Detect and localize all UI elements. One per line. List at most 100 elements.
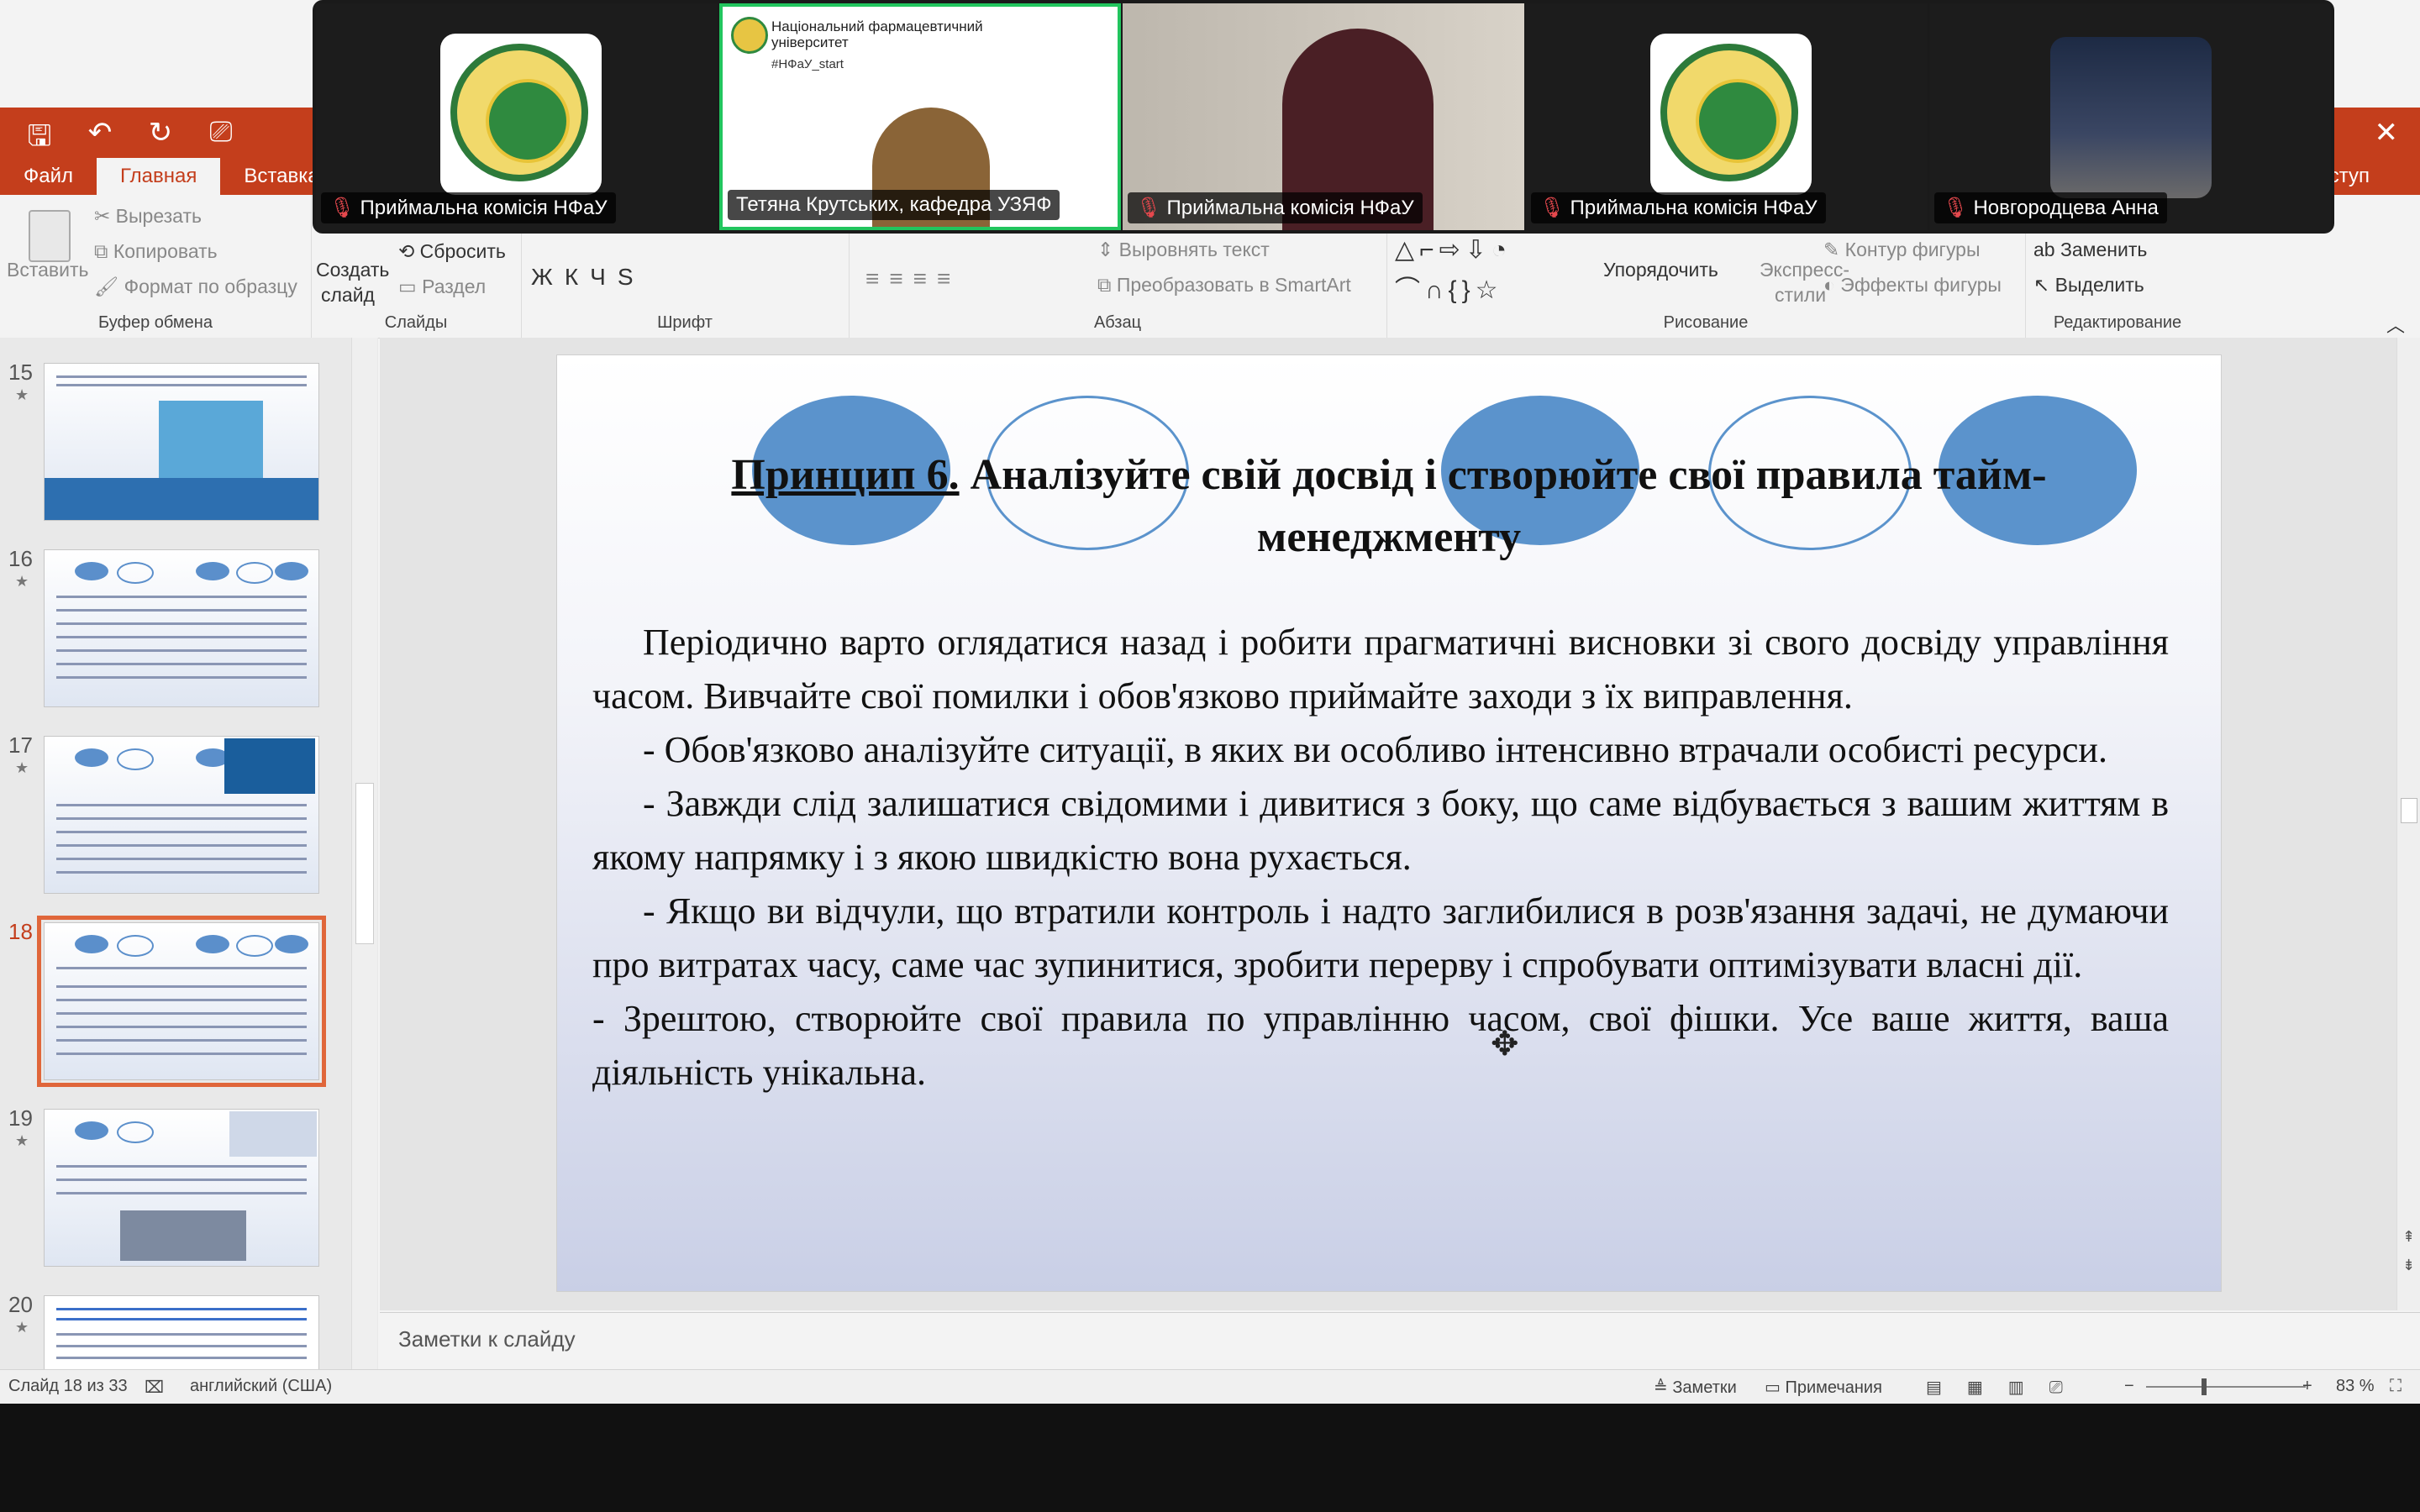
thumbnail-slide[interactable] — [44, 549, 319, 707]
next-slide-icon[interactable]: ⇟ — [2402, 1257, 2415, 1274]
scroll-thumb[interactable] — [355, 783, 374, 944]
zoom-slider-thumb[interactable] — [2202, 1378, 2207, 1395]
effects-icon: ◐ — [1823, 274, 1841, 296]
cut-button[interactable]: ✂ Вырезать — [94, 205, 202, 228]
shape-outline-button[interactable]: ✎ Контур фигуры — [1823, 239, 1981, 261]
thumbnail-scrollbar[interactable] — [351, 338, 377, 1369]
arrange-button[interactable]: Упорядочить — [1603, 259, 1718, 281]
video-tile-active-speaker[interactable]: Національний фармацевтичний університет … — [719, 3, 1121, 230]
tab-file[interactable]: Файл — [0, 158, 97, 195]
tab-home[interactable]: Главная — [97, 158, 221, 195]
editing-group-label: Редактирование — [2053, 313, 2182, 332]
people-image — [45, 478, 318, 520]
zoom-in-icon[interactable]: + — [2302, 1377, 2312, 1396]
font-group-label: Шрифт — [657, 313, 713, 332]
close-icon[interactable]: ✕ — [2375, 116, 2399, 150]
save-icon[interactable]: 🖫 — [20, 116, 59, 164]
participant-avatar — [2050, 37, 2212, 198]
slide-body[interactable]: Періодично варто оглядатися назад і роби… — [592, 616, 2169, 1100]
replace-icon: ab — [2033, 239, 2060, 260]
align-text-icon: ⇕ — [1097, 239, 1119, 260]
paste-button[interactable]: Вставить — [7, 259, 89, 281]
undo-icon[interactable]: ↶ — [81, 116, 119, 164]
copy-icon: ⧉ — [94, 240, 113, 262]
sleeping-image — [229, 1111, 317, 1157]
drawing-group-label: Рисование — [1663, 313, 1749, 332]
copy-button[interactable]: ⧉ Копировать — [94, 240, 218, 263]
fit-slide-icon[interactable]: ⛶ — [2390, 1377, 2402, 1396]
video-tile[interactable]: 🎙︎ Приймальна комісія НФаУ — [1123, 3, 1524, 230]
spellcheck-icon[interactable]: ⌧ — [145, 1377, 164, 1398]
mic-muted-icon: 🎙︎ — [1943, 197, 1969, 219]
star-icon: ★ — [15, 759, 29, 776]
photo-image — [120, 1210, 246, 1261]
shape-effects-button[interactable]: ◐ Эффекты фигуры — [1823, 274, 2002, 297]
shapes-gallery[interactable]: △⌐⇨⇩◔ — [1395, 235, 1512, 265]
align-text-button[interactable]: ⇕ Выровнять текст — [1097, 239, 1270, 261]
video-tile[interactable]: 🎙︎ Новгородцева Анна — [1929, 3, 2331, 230]
view-buttons[interactable]: ▤▦▥⎚ — [1926, 1377, 2088, 1398]
slide-title[interactable]: Принцип 6. Аналізуйте свій досвід і ство… — [633, 444, 2145, 569]
paragraph-group-label: Абзац — [1093, 313, 1142, 332]
status-bar: Слайд 18 из 33 ⌧ английский (США) ≜ Заме… — [0, 1369, 2420, 1404]
present-icon[interactable]: ⎚ — [202, 116, 240, 164]
quick-styles-button-line2[interactable]: стили — [1775, 284, 1826, 307]
shapes-gallery-row2[interactable]: ⌒∩{}☆ — [1395, 269, 1503, 306]
participant-name: 🎙︎ Приймальна комісія НФаУ — [1531, 192, 1826, 223]
thumb-number: 19 — [8, 1105, 33, 1131]
slides-group-label: Слайды — [384, 313, 448, 332]
font-format-buttons[interactable]: ЖКЧS — [531, 264, 645, 291]
collapse-ribbon-icon[interactable]: ︿ — [2386, 311, 2405, 338]
reset-icon: ⟲ — [398, 240, 420, 262]
redo-icon[interactable]: ↻ — [141, 116, 180, 164]
format-painter-button[interactable]: 🖌 Формат по образцу — [94, 276, 297, 298]
clipboard-group: Вставить ✂ Вырезать ⧉ Копировать 🖌 Форма… — [0, 195, 312, 338]
new-slide-button[interactable]: Создать — [316, 259, 389, 281]
language-indicator[interactable]: английский (США) — [190, 1377, 332, 1396]
video-tile[interactable]: 🎙︎ Приймальна комісія НФаУ — [316, 3, 718, 230]
mic-muted-icon: 🎙︎ — [329, 197, 355, 219]
notes-icon: ≜ — [1654, 1378, 1673, 1397]
select-button[interactable]: ↖ Выделить — [2033, 274, 2144, 297]
prev-slide-icon[interactable]: ⇞ — [2402, 1228, 2415, 1246]
replace-button[interactable]: ab Заменить — [2033, 239, 2147, 261]
body-paragraph: - Завжди слід залишатися свідомими і див… — [592, 783, 2169, 878]
title-principle: Принцип 6. — [731, 451, 960, 499]
clock-image — [224, 738, 315, 794]
body-paragraph: - Зрештою, створюйте свої правила по упр… — [592, 998, 2169, 1093]
participant-name: 🎙︎ Новгородцева Анна — [1934, 192, 2167, 223]
zoom-out-icon[interactable]: − — [2124, 1377, 2134, 1396]
thumbnail-slide[interactable] — [44, 736, 319, 894]
thumbnail-slide[interactable] — [44, 1295, 319, 1369]
cursor-icon: ↖ — [2033, 274, 2055, 296]
scroll-thumb[interactable] — [2401, 798, 2417, 823]
smartart-icon: ⧉ — [1097, 274, 1117, 296]
thumbnail-slide[interactable] — [44, 363, 319, 521]
star-icon: ★ — [15, 1132, 29, 1149]
thumbnail-slide-active[interactable] — [37, 916, 326, 1087]
star-icon: ★ — [15, 573, 29, 590]
section-button[interactable]: ▭ Раздел — [398, 276, 486, 298]
hashtag-text: #НФаУ_start — [771, 57, 844, 71]
video-tile[interactable]: 🎙︎ Приймальна комісія НФаУ — [1526, 3, 1928, 230]
notes-pane[interactable]: Заметки к слайду — [380, 1312, 2420, 1370]
title-text: Аналізуйте свій досвід і створюйте свої … — [959, 451, 2047, 561]
zoom-level[interactable]: 83 % — [2336, 1377, 2375, 1396]
convert-smartart-button[interactable]: ⧉ Преобразовать в SmartArt — [1097, 274, 1351, 297]
participant-name: 🎙︎ Приймальна комісія НФаУ — [321, 192, 616, 223]
brush-icon: 🖌 — [94, 276, 124, 297]
zoom-slider[interactable] — [2146, 1386, 2306, 1388]
ribbon-tabs: Файл Главная Вставка — [0, 158, 343, 195]
reset-button[interactable]: ⟲ Сбросить — [398, 240, 506, 263]
thumb-number: 16 — [8, 546, 33, 571]
slide-editor: Принцип 6. Аналізуйте свій досвід і ство… — [380, 338, 2396, 1310]
align-icons[interactable]: ≡≡≡≡ — [865, 265, 960, 292]
clipboard-group-label: Буфер обмена — [98, 313, 213, 332]
current-slide[interactable]: Принцип 6. Аналізуйте свій досвід і ство… — [556, 354, 2222, 1292]
slide-scrollbar[interactable]: ⇞ ⇟ — [2396, 338, 2420, 1310]
comments-toggle[interactable]: ▭ Примечания — [1765, 1377, 1882, 1398]
paste-icon[interactable] — [29, 210, 71, 262]
new-slide-button-line2[interactable]: слайд — [321, 284, 375, 307]
thumbnail-slide[interactable] — [44, 1109, 319, 1267]
notes-toggle[interactable]: ≜ Заметки — [1654, 1377, 1737, 1398]
